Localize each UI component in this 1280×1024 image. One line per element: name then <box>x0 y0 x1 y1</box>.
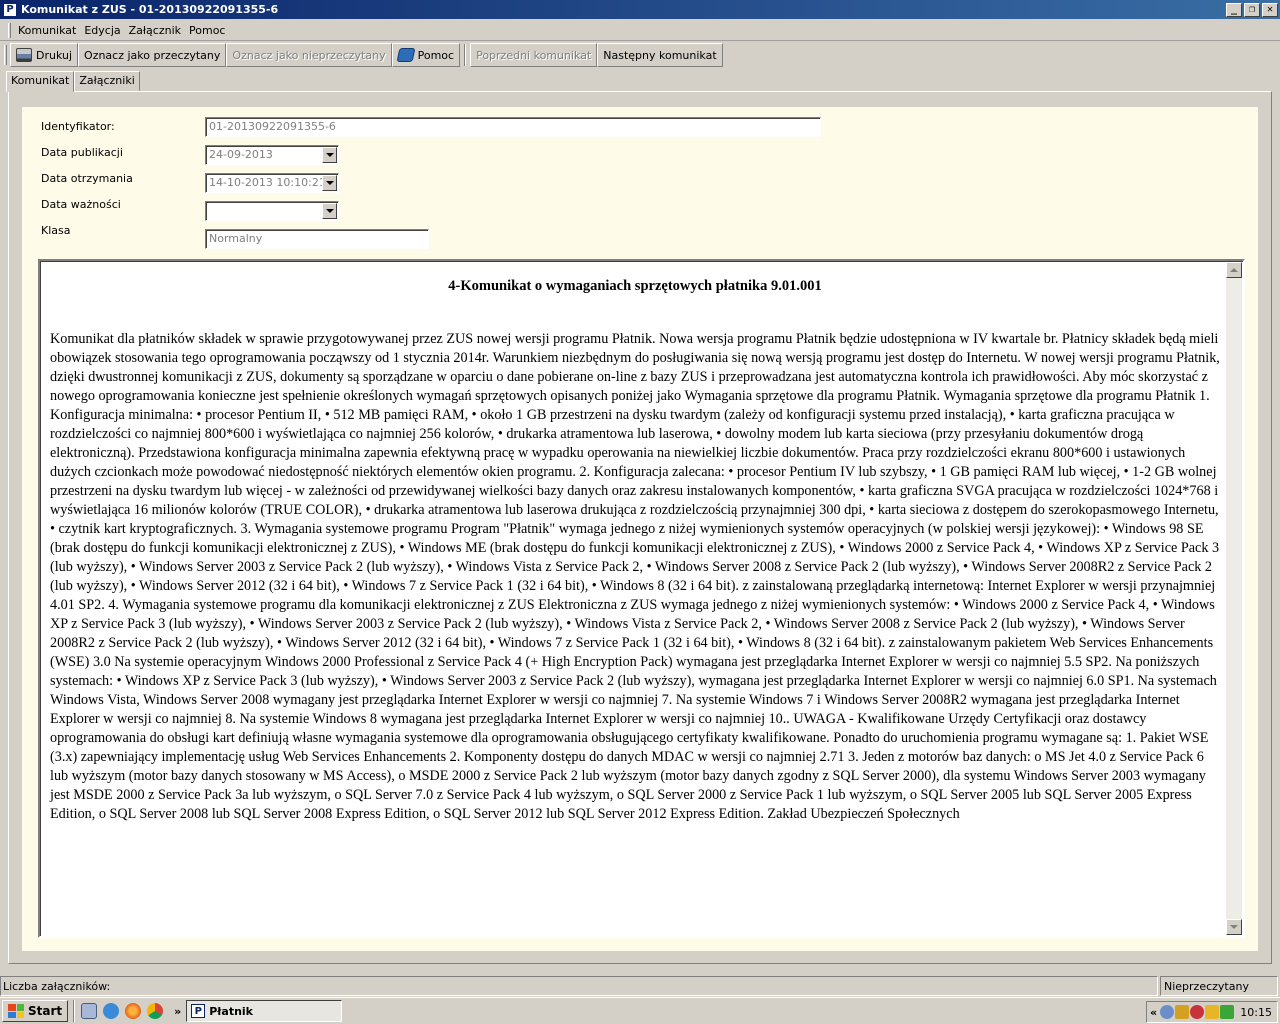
menu-bar: Komunikat Edycja Załącznik Pomoc <box>0 20 1280 41</box>
pub-date-label: Data publikacji <box>41 146 123 159</box>
attachments-count-status: Liczba załączników: <box>0 976 1158 996</box>
message-body: Komunikat dla płatników składek w sprawi… <box>50 331 1220 822</box>
scroll-down-button[interactable] <box>1226 919 1242 935</box>
valid-date-dropdown-button[interactable] <box>322 203 337 219</box>
identifier-field[interactable]: 01-20130922091355-6 <box>205 117 821 137</box>
mark-unread-label: Oznacz jako nieprzeczytany <box>232 48 386 62</box>
pub-date-combo[interactable]: 24-09-2013 <box>205 145 339 165</box>
menu-grip[interactable] <box>8 22 11 38</box>
taskbar-app-platnik[interactable]: P Płatnik <box>186 1000 343 1022</box>
restore-button[interactable]: ❐ <box>1244 2 1260 17</box>
help-book-icon <box>396 48 416 62</box>
internet-explorer-icon[interactable] <box>103 1003 120 1019</box>
close-button[interactable]: ✕ <box>1262 2 1278 17</box>
antivirus-icon[interactable] <box>1190 1005 1205 1019</box>
window-title: Komunikat z ZUS - 01-20130922091355-6 <box>21 3 279 16</box>
taskbar: Start » P Płatnik « 10:15 <box>0 997 1280 1024</box>
menu-zalacznik[interactable]: Załącznik <box>126 24 184 37</box>
print-button[interactable]: Drukuj <box>10 43 79 67</box>
tray-expand-chevron[interactable]: « <box>1150 1006 1157 1019</box>
toolbar: Drukuj Oznacz jako przeczytany Oznacz ja… <box>0 42 1280 68</box>
task-label: Płatnik <box>209 1004 253 1018</box>
mark-read-button[interactable]: Oznacz jako przeczytany <box>78 43 227 67</box>
recv-date-combo[interactable]: 14-10-2013 10:10:21 <box>205 173 339 193</box>
platnik-app-icon: P <box>191 1004 206 1018</box>
pub-date-value: 24-09-2013 <box>209 148 273 161</box>
next-message-label: Następny komunikat <box>603 48 717 62</box>
read-state-status: Nieprzeczytany <box>1160 976 1278 996</box>
scroll-up-button[interactable] <box>1226 262 1242 278</box>
taskbar-separator <box>73 1000 76 1022</box>
prev-message-button[interactable]: Poprzedni komunikat <box>470 43 598 67</box>
valid-date-label: Data ważności <box>41 198 121 211</box>
chevron-down-icon <box>325 209 334 213</box>
scroll-up-icon <box>1230 268 1238 272</box>
vertical-scrollbar[interactable] <box>1226 262 1242 935</box>
title-bar: P Komunikat z ZUS - 01-20130922091355-6 … <box>0 0 1280 19</box>
class-field[interactable]: Normalny <box>205 229 429 249</box>
chevron-down-icon <box>325 181 334 185</box>
chevron-down-icon <box>325 153 334 157</box>
class-label: Klasa <box>41 224 71 237</box>
next-message-button[interactable]: Następny komunikat <box>597 43 723 67</box>
start-label: Start <box>28 1004 63 1018</box>
update-icon[interactable] <box>1220 1005 1235 1019</box>
tab-strip: Komunikat Załączniki <box>6 71 140 92</box>
quick-launch-chevron[interactable]: » <box>174 1005 181 1018</box>
menu-komunikat[interactable]: Komunikat <box>15 24 79 37</box>
recv-date-dropdown-button[interactable] <box>322 175 337 191</box>
chrome-icon[interactable] <box>147 1003 164 1019</box>
mark-unread-button[interactable]: Oznacz jako nieprzeczytany <box>226 43 392 67</box>
message-content: 4-Komunikat o wymaganiach sprzętowych pł… <box>50 277 1220 824</box>
menu-edycja[interactable]: Edycja <box>81 24 123 37</box>
show-desktop-icon[interactable] <box>81 1003 98 1019</box>
help-button[interactable]: Pomoc <box>391 43 461 67</box>
message-viewer[interactable]: 4-Komunikat o wymaganiach sprzętowych pł… <box>38 259 1245 938</box>
toolbar-separator <box>464 44 467 66</box>
status-bar: Liczba załączników: Nieprzeczytany <box>0 976 1280 996</box>
prev-message-label: Poprzedni komunikat <box>476 48 592 62</box>
menu-pomoc[interactable]: Pomoc <box>186 24 228 37</box>
recv-date-value: 14-10-2013 10:10:21 <box>209 176 326 189</box>
mark-read-label: Oznacz jako przeczytany <box>84 48 221 62</box>
firefox-icon[interactable] <box>125 1003 142 1019</box>
security-icon[interactable] <box>1175 1005 1190 1019</box>
scroll-down-icon <box>1230 925 1238 929</box>
recv-date-label: Data otrzymania <box>41 172 133 185</box>
tab-zalaczniki[interactable]: Załączniki <box>74 71 140 91</box>
help-label: Pomoc <box>417 48 455 62</box>
app-icon[interactable]: P <box>3 2 17 17</box>
network-icon[interactable] <box>1160 1005 1175 1019</box>
tab-komunikat[interactable]: Komunikat <box>6 71 75 92</box>
print-label: Drukuj <box>36 48 73 62</box>
message-title: 4-Komunikat o wymaganiach sprzętowych pł… <box>448 278 822 294</box>
identifier-label: Identyfikator: <box>41 120 115 133</box>
minimize-button[interactable]: _ <box>1226 2 1242 17</box>
notification-icon[interactable] <box>1205 1005 1220 1019</box>
system-tray: « 10:15 <box>1146 1001 1278 1023</box>
windows-logo-icon <box>8 1004 24 1018</box>
printer-icon <box>16 48 32 62</box>
toolbar-grip[interactable] <box>4 45 7 65</box>
clock[interactable]: 10:15 <box>1240 1006 1272 1019</box>
pub-date-dropdown-button[interactable] <box>322 147 337 163</box>
start-button[interactable]: Start <box>2 1000 69 1022</box>
valid-date-combo[interactable] <box>205 201 339 221</box>
